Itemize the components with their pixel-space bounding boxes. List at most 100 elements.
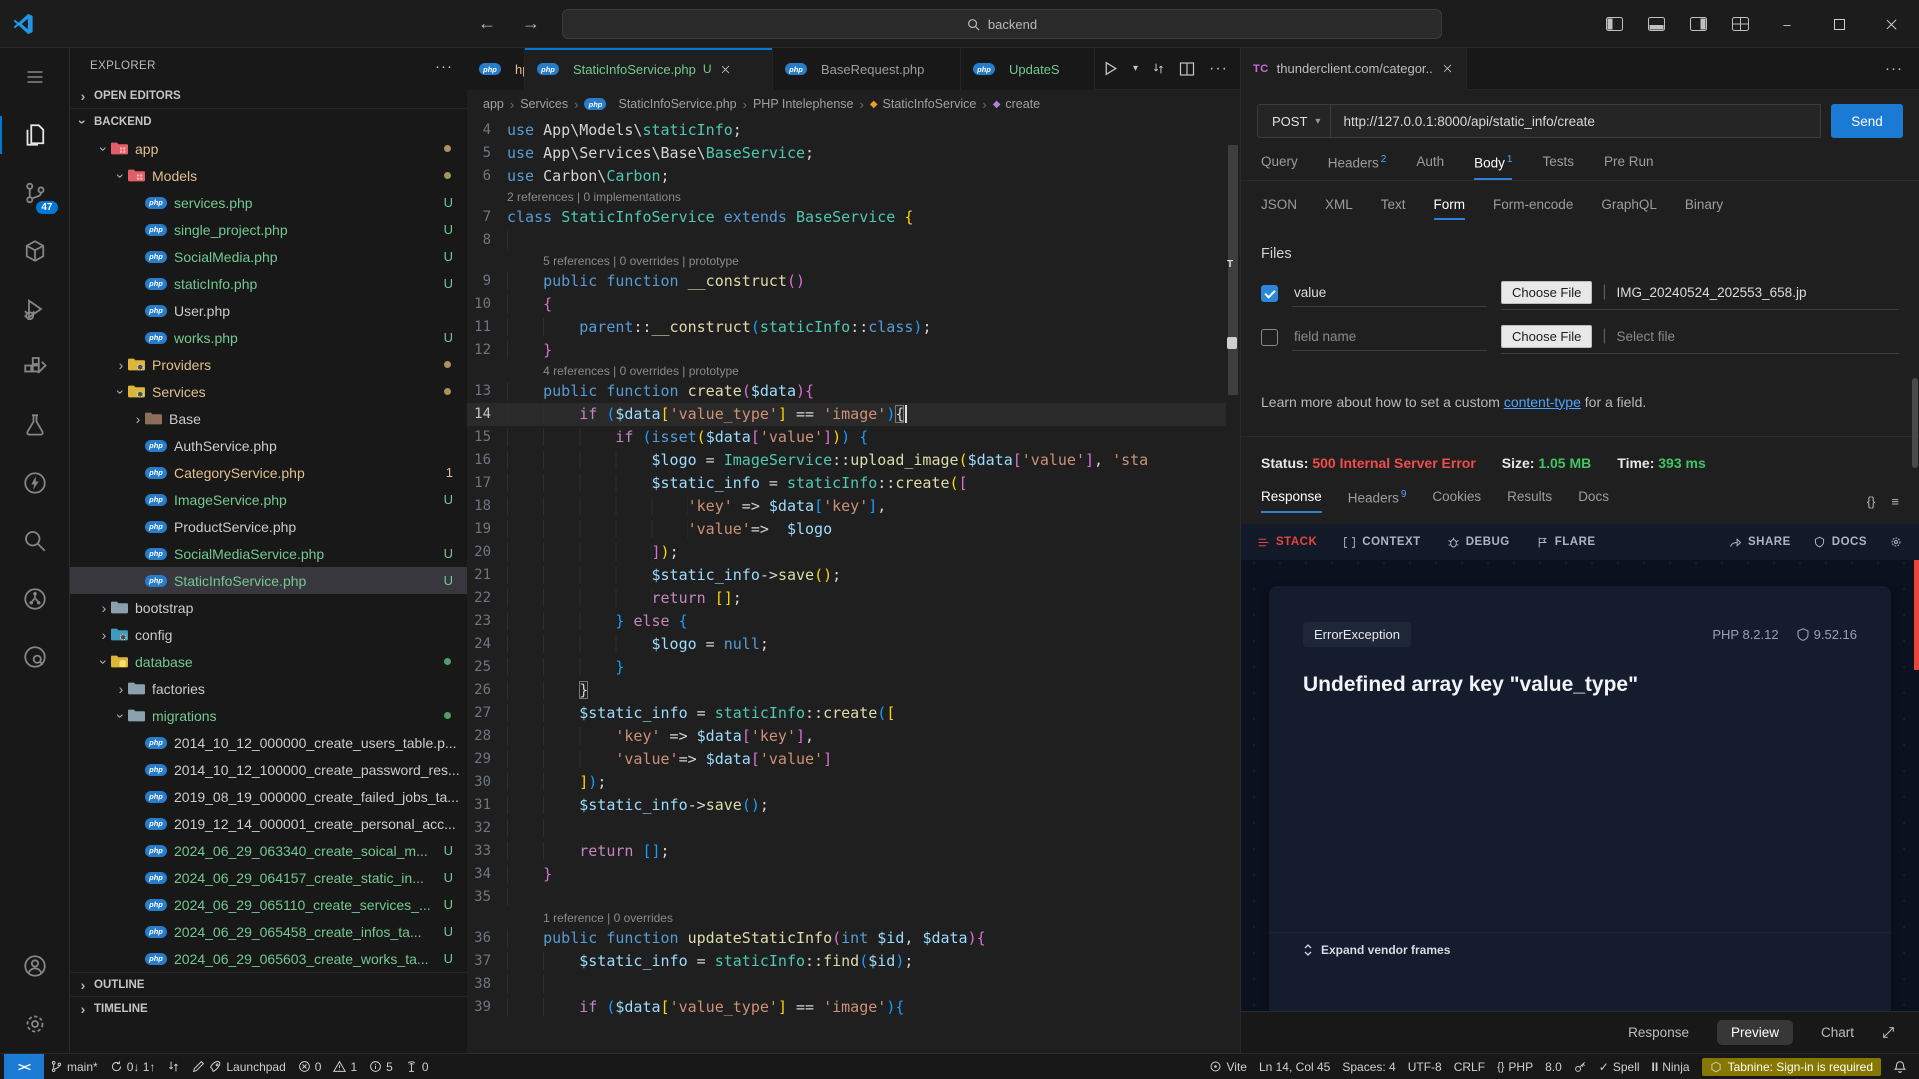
response-tab[interactable]: Headers9 [1348,489,1407,515]
preview-mode-response[interactable]: Response [1628,1025,1689,1040]
panel-scrollbar[interactable] [1912,378,1918,468]
minimize-button[interactable]: – [1765,0,1809,48]
codelens[interactable]: 2 references | 0 implementations [467,188,1226,206]
request-tab[interactable]: Body1 [1474,154,1512,180]
tree-item[interactable]: ›Base [70,405,467,432]
thunder-client-tab[interactable]: TC thunderclient.com/categor.. [1241,48,1467,90]
tree-item[interactable]: ›bootstrap [70,594,467,621]
request-tab[interactable]: Pre Run [1604,154,1654,180]
code-line[interactable]: 34 } [467,863,1226,886]
code-line[interactable]: 30 ]); [467,771,1226,794]
breadcrumb-item[interactable]: ◆create [993,97,1040,111]
breadcrumb-item[interactable]: phpStaticInfoService.php [584,97,736,111]
forward-button[interactable]: → [522,13,540,34]
editor-tab[interactable]: phphp M [467,48,525,90]
remote-indicator[interactable]: >< [4,1054,44,1079]
command-center-search[interactable]: backend [562,9,1442,39]
statusbar-error[interactable]: 0 [292,1054,328,1079]
response-tab[interactable]: Results [1507,489,1552,513]
code-line[interactable]: 25 } [467,656,1226,679]
editor-scrollbar[interactable]: T [1226,119,1240,1053]
tree-item[interactable]: ›config [70,621,467,648]
activity-account[interactable] [0,937,70,995]
close-icon[interactable] [720,64,730,74]
preview-scrollbar[interactable] [1914,560,1919,670]
activity-lens[interactable] [0,628,70,686]
activity-settings-gear[interactable] [0,995,70,1053]
statusbar-branch[interactable]: main* [44,1054,104,1079]
ignition-context-tab[interactable]: CONTEXT [1343,536,1420,549]
tree-item[interactable]: ›app [70,135,467,162]
send-button[interactable]: Send [1831,104,1903,138]
code-line[interactable]: 11 parent::__construct(staticInfo::class… [467,316,1226,339]
ignition-share-button[interactable]: SHARE [1729,536,1791,549]
code-line[interactable]: 6use Carbon\Carbon; [467,165,1226,188]
code-line[interactable]: 8 [467,229,1226,252]
tree-item[interactable]: phpstaticInfo.phpU [70,270,467,297]
code-line[interactable]: 23 } else { [467,610,1226,633]
code-line[interactable]: 14 if ($data['value_type'] == 'image'){ [467,403,1226,426]
code-line[interactable]: 17 $static_info = staticInfo::create([ [467,472,1226,495]
preview-mode-chart[interactable]: Chart [1821,1025,1854,1040]
run-button[interactable] [1102,60,1119,77]
code-line[interactable]: 33 return []; [467,840,1226,863]
body-type-tab[interactable]: XML [1325,197,1353,220]
activity-source-control[interactable]: 47 [0,164,70,222]
split-editor-icon[interactable] [1179,61,1195,77]
statusbar-braces[interactable]: {}PHP [1491,1054,1539,1079]
outline-section[interactable]: › OUTLINE [70,972,467,996]
statusbar-ln-14-col-45[interactable]: Ln 14, Col 45 [1253,1054,1336,1079]
panel-more-actions-button[interactable]: ··· [1885,60,1919,77]
tree-item[interactable]: php2024_06_29_063340_create_soical_m...U [70,837,467,864]
statusbar-edit[interactable]: Launchpad [186,1054,291,1079]
request-tab[interactable]: Query [1261,154,1298,180]
body-type-tab[interactable]: Text [1381,197,1406,220]
editor-tab[interactable]: phpBaseRequest.php [773,48,961,90]
tree-item[interactable]: phpUser.php [70,297,467,324]
breadcrumb-item[interactable]: ◆StaticInfoService [870,97,977,111]
tree-item[interactable]: phpAuthService.php [70,432,467,459]
tree-item[interactable]: php2024_06_29_064157_create_static_in...… [70,864,467,891]
code-line[interactable]: 36 public function updateStaticInfo(int … [467,927,1226,950]
breadcrumb-item[interactable]: PHP Intelephense [753,97,854,111]
code-line[interactable]: 9 public function __construct() [467,270,1226,293]
choose-file-button[interactable]: Choose File [1501,325,1592,348]
code-line[interactable]: 29 'value'=> $data['value'] [467,748,1226,771]
tree-item[interactable]: ›factories [70,675,467,702]
codelens[interactable]: 1 reference | 0 overrides [467,909,1226,927]
tree-item[interactable]: php2019_12_14_000001_create_personal_acc… [70,810,467,837]
close-icon[interactable] [1442,64,1452,74]
response-menu-icon[interactable]: ≡ [1891,494,1899,509]
body-type-tab[interactable]: Form [1434,197,1466,220]
code-line[interactable]: 5use App\Services\Base\BaseService; [467,142,1226,165]
code-line[interactable]: 12 } [467,339,1226,362]
tree-item[interactable]: phpSocialMedia.phpU [70,243,467,270]
request-tab[interactable]: Auth [1416,154,1444,180]
gear-icon[interactable] [1889,535,1903,549]
code-line[interactable]: 15 if (isset($data['value'])) { [467,426,1226,449]
code-line[interactable]: 16 $logo = ImageService::upload_image($d… [467,449,1226,472]
choose-file-button[interactable]: Choose File [1501,281,1592,304]
statusbar-spaces-4[interactable]: Spaces: 4 [1336,1054,1401,1079]
code-line[interactable]: 35 [467,886,1226,909]
tree-item[interactable]: phpSocialMediaService.phpU [70,540,467,567]
tree-item[interactable]: ›Services [70,378,467,405]
tree-item[interactable]: phpStaticInfoService.phpU [70,567,467,594]
activity-package[interactable] [0,222,70,280]
breadcrumb-item[interactable]: app [483,97,504,111]
statusbar-target[interactable]: Vite [1203,1054,1252,1079]
code-line[interactable]: 22 return []; [467,587,1226,610]
editor-tab[interactable]: phpUpdateS [961,48,1095,90]
field-name-input[interactable]: value [1292,281,1487,307]
editor-tab[interactable]: phpStaticInfoService.php U [525,48,773,90]
maximize-button[interactable] [1817,0,1861,48]
codelens[interactable]: 4 references | 0 overrides | prototype [467,362,1226,380]
content-type-link[interactable]: content-type [1504,394,1581,410]
tree-item[interactable]: phpservices.phpU [70,189,467,216]
statusbar-tabnine[interactable]: Tabnine: Sign-in is required [1696,1054,1887,1079]
codelens[interactable]: 5 references | 0 overrides | prototype [467,252,1226,270]
tree-item[interactable]: php2014_10_12_100000_create_password_res… [70,756,467,783]
body-type-tab[interactable]: Form-encode [1493,197,1573,220]
breadcrumb-item[interactable]: Services [520,97,568,111]
tree-item[interactable]: ›migrations [70,702,467,729]
